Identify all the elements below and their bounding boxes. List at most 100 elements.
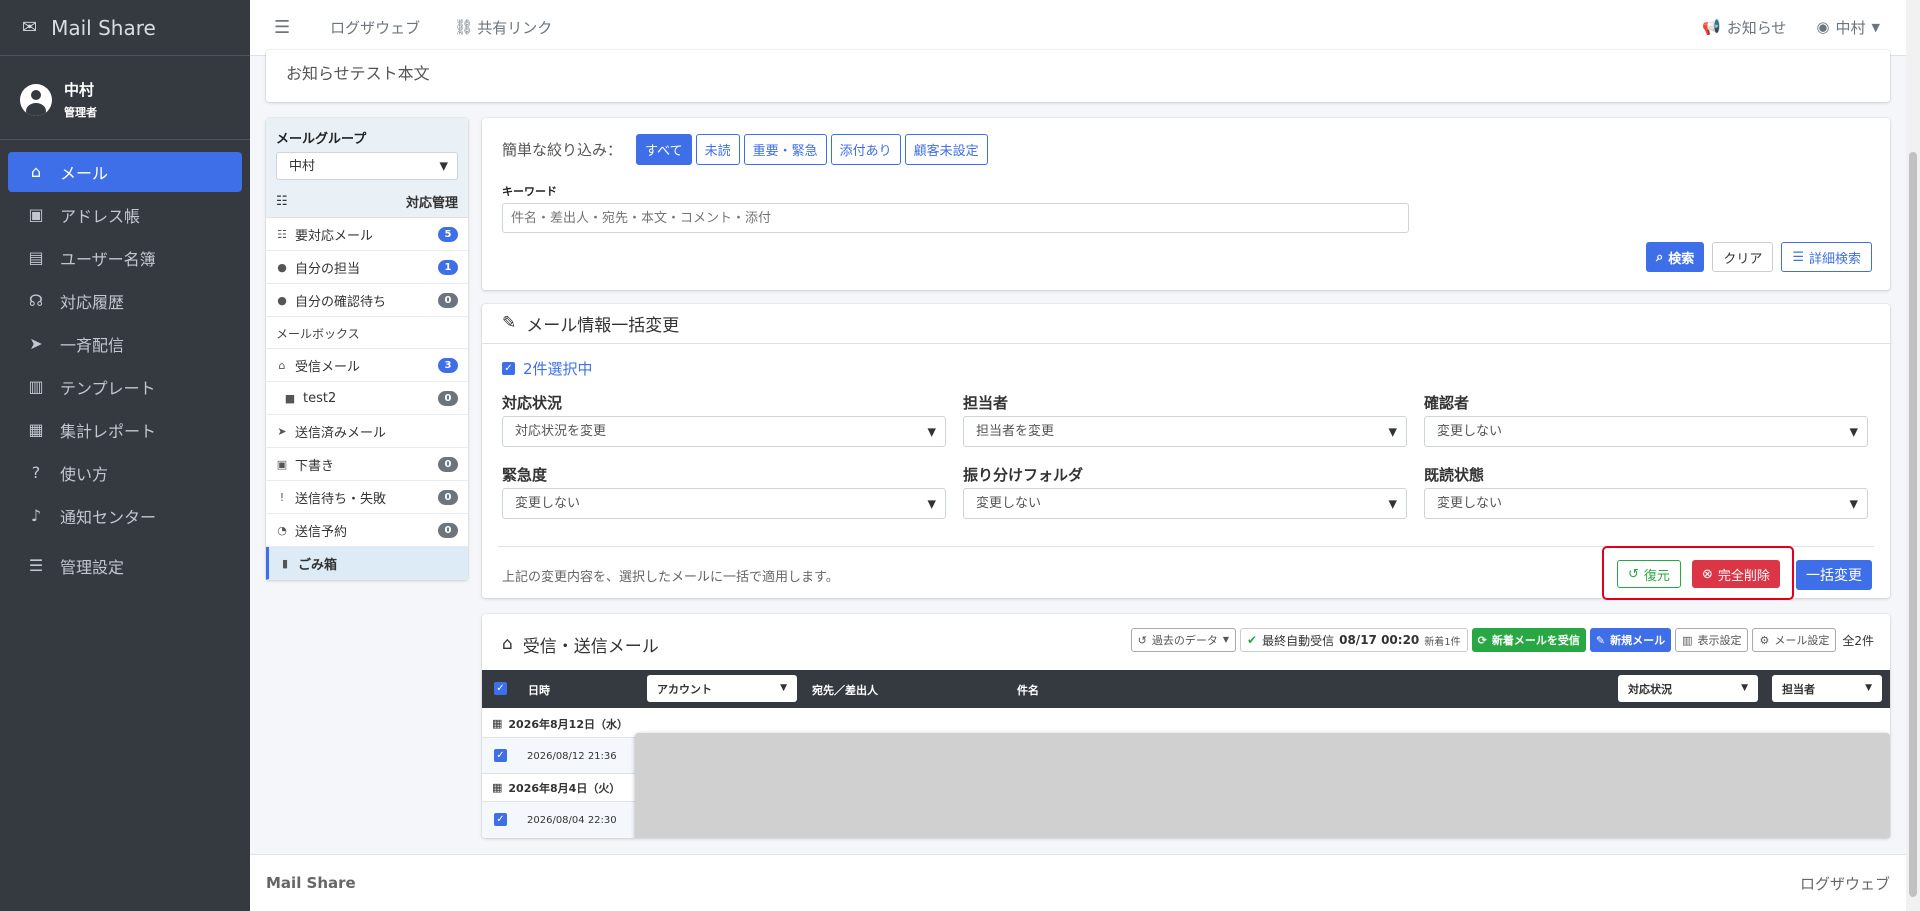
clear-button[interactable]: クリア <box>1712 242 1774 272</box>
quick-filter-button[interactable]: 重要・緊急 <box>743 134 827 165</box>
mail-list-title: 受信・送信メール <box>522 637 659 657</box>
keyword-input[interactable] <box>502 203 1409 233</box>
folder-item[interactable]: ➤ 送信済みメール <box>266 415 468 448</box>
folder-item[interactable]: ▮ ごみ箱 <box>266 547 468 580</box>
sidebar-item-address-book[interactable]: ▣ アドレス帳 <box>8 195 242 235</box>
col-to-from[interactable]: 宛先／差出人 <box>812 682 878 698</box>
bulk-field-label: 振り分けフォルダ <box>963 466 1084 484</box>
folder-label: 受信メール <box>295 359 361 375</box>
group-date: 2026年8月4日（火） <box>508 781 621 795</box>
shared-link[interactable]: ⛓ 共有リンク <box>454 17 552 38</box>
sync-icon: ⟳ <box>1477 633 1487 647</box>
folder-label: 送信予約 <box>295 524 348 540</box>
footer-company[interactable]: ログザウェブ <box>1800 873 1890 894</box>
top-link-logzaweb[interactable]: ログザウェブ <box>330 17 420 38</box>
page-scrollbar[interactable] <box>1906 0 1920 911</box>
row-checkbox[interactable]: ✓ <box>494 749 507 762</box>
folder-item[interactable]: ◔ 送信予約 0 <box>266 514 468 547</box>
chevron-down-icon: ▼ <box>1865 683 1872 693</box>
bulk-field-select[interactable]: 変更しない <box>1424 416 1868 447</box>
permanent-delete-label: 完全削除 <box>1717 568 1770 584</box>
sidebar-item-id-card[interactable]: ▤ ユーザー名簿 <box>8 238 242 278</box>
col-date[interactable]: 日時 <box>528 682 550 698</box>
folder-icon: ■ <box>284 391 296 405</box>
display-settings-button[interactable]: ▥ 表示設定 <box>1675 628 1749 652</box>
col-status-filter[interactable]: 対応状況 ▼ <box>1618 675 1758 702</box>
sidebar-item-label: 通知センター <box>60 508 157 527</box>
user-menu[interactable]: ◉ 中村 ▼ <box>1816 17 1880 38</box>
folder-item[interactable]: ▣ 下書き 0 <box>266 448 468 481</box>
date-group-header: ▦ 2026年8月4日（火） <box>482 774 642 802</box>
sidebar-item-headset[interactable]: ☊ 対応履歴 <box>8 281 242 321</box>
quick-filter-button[interactable]: 添付あり <box>830 134 901 165</box>
search-button[interactable]: ⌕ 検索 <box>1646 242 1705 272</box>
hamburger-menu-icon[interactable]: ☰ <box>274 18 290 37</box>
edit-icon: ✎ <box>502 313 517 333</box>
sliders-icon: ☰ <box>1792 249 1804 265</box>
sliders-icon: ☰ <box>28 556 44 575</box>
sidebar-item-bell[interactable]: ♪ 通知センター <box>8 496 242 536</box>
past-data-dropdown[interactable]: ↺ 過去のデータ ▼ <box>1130 628 1237 652</box>
user-panel[interactable]: 中村 管理者 <box>0 60 250 140</box>
bulk-field-label: 対応状況 <box>502 394 563 412</box>
col-subject[interactable]: 件名 <box>1017 682 1039 698</box>
clock-icon: ◔ <box>277 523 287 537</box>
folder-item[interactable]: ☷ 要対応メール 5 <box>266 218 468 251</box>
quick-filter-button[interactable]: 未読 <box>695 134 740 165</box>
sidebar-item-chart[interactable]: ▦ 集計レポート <box>8 410 242 450</box>
sidebar-item-label: アドレス帳 <box>60 207 141 226</box>
permanent-delete-button[interactable]: ⊗ 完全削除 <box>1692 560 1780 588</box>
count-badge: 1 <box>438 259 458 275</box>
bulk-field-label: 担当者 <box>963 394 1009 412</box>
news-button[interactable]: 📢 お知らせ <box>1702 17 1786 38</box>
bulk-field-select[interactable]: 変更しない <box>963 488 1407 519</box>
selected-checkbox[interactable]: ✓ <box>502 362 515 375</box>
mail-settings-button[interactable]: ⚙ メール設定 <box>1752 628 1837 652</box>
sidebar-item-question[interactable]: ? 使い方 <box>8 453 242 493</box>
col-assignee-filter[interactable]: 担当者 ▼ <box>1772 675 1882 702</box>
shared-link-label: 共有リンク <box>477 19 553 37</box>
sidebar-item-sliders[interactable]: ☰ 管理設定 <box>8 546 242 586</box>
table-row[interactable]: ✓ 2026/08/12 21:36 <box>482 738 642 774</box>
manage-header: ☷ 対応管理 <box>266 186 468 218</box>
bulk-field-select[interactable]: 変更しない <box>502 488 946 519</box>
brand[interactable]: ✉ Mail Share <box>0 0 250 56</box>
user-circle-icon: ◉ <box>1816 18 1830 36</box>
folder-item[interactable]: ● 自分の担当 1 <box>266 251 468 284</box>
folder-item[interactable]: ● 自分の確認待ち 0 <box>266 284 468 317</box>
folder-label: 送信済みメール <box>295 425 387 441</box>
select-all-checkbox[interactable]: ✓ <box>494 682 507 695</box>
footer-app-name: Mail Share <box>266 874 356 892</box>
bulk-field-select[interactable]: 対応状況を変更 <box>502 416 946 447</box>
restore-button[interactable]: ↺ 復元 <box>1617 560 1681 588</box>
user-icon: ● <box>277 260 287 274</box>
quick-filter-button[interactable]: 顧客未設定 <box>904 134 988 165</box>
advanced-search-button[interactable]: ☰ 詳細検索 <box>1781 242 1872 272</box>
sidebar-item-inbox[interactable]: ⌂ メール <box>8 152 242 192</box>
search-icon: ⌕ <box>1656 249 1664 265</box>
folder-item[interactable]: ⌂ 受信メール 3 <box>266 349 468 382</box>
scrollbar-thumb[interactable] <box>1909 152 1917 897</box>
last-receive-time: 08/17 00:20 <box>1339 633 1420 647</box>
count-badge: 3 <box>438 357 458 373</box>
folder-item[interactable]: ! 送信待ち・失敗 0 <box>266 481 468 514</box>
mail-group-select[interactable]: 中村 <box>276 152 458 180</box>
table-row[interactable]: ✓ 2026/08/04 22:30 <box>482 802 642 838</box>
pencil-icon: ✎ <box>1595 633 1606 647</box>
bulk-field-select[interactable]: 変更しない <box>1424 488 1868 519</box>
bulk-field-select[interactable]: 担当者を変更 <box>963 416 1407 447</box>
bulk-edit-card: ✎ メール情報一括変更 ✓ 2件選択中 対応状況 対応状況を変更 ▼ 担当者 担当者を変… <box>482 304 1890 600</box>
receive-new-mail-button[interactable]: ⟳ 新着メールを受信 <box>1471 628 1586 652</box>
quick-filter-button[interactable]: すべて <box>636 134 692 165</box>
user-role: 管理者 <box>64 106 97 119</box>
folder-item[interactable]: ■ test2 0 <box>266 382 468 415</box>
col-account-filter[interactable]: アカウント ▼ <box>647 675 797 702</box>
sidebar-item-paper-plane[interactable]: ➤ 一斉配信 <box>8 324 242 364</box>
compose-button[interactable]: ✎ 新規メール <box>1589 628 1672 652</box>
folder-label: 自分の確認待ち <box>295 294 387 310</box>
chevron-down-icon: ▼ <box>1741 683 1748 693</box>
sidebar-item-file[interactable]: ▥ テンプレート <box>8 367 242 407</box>
paper-plane-icon: ➤ <box>29 334 43 353</box>
row-checkbox[interactable]: ✓ <box>494 813 507 826</box>
bulk-apply-button[interactable]: 一括変更 <box>1796 560 1872 590</box>
